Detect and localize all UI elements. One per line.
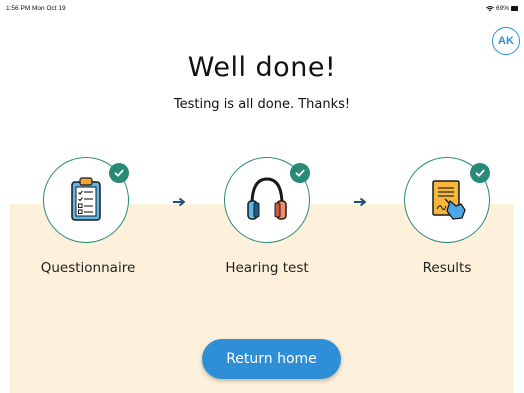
- completed-check-icon: [290, 163, 310, 183]
- battery-percent: 69%: [495, 5, 509, 12]
- step-label-hearing-test: Hearing test: [225, 260, 309, 276]
- step-label-questionnaire: Questionnaire: [40, 260, 136, 276]
- step-label-results: Results: [422, 260, 472, 276]
- arrow-right-icon: [354, 197, 366, 207]
- status-right: 69%: [485, 5, 518, 12]
- return-home-button[interactable]: Return home: [202, 339, 341, 379]
- user-avatar-button[interactable]: AK: [492, 27, 520, 55]
- completed-check-icon: [470, 163, 490, 183]
- status-bar: 1:56 PM Mon Oct 19 69%: [0, 0, 524, 16]
- wifi-icon: [485, 5, 494, 12]
- page-subtitle: Testing is all done. Thanks!: [173, 97, 351, 112]
- completed-check-icon: [109, 163, 129, 183]
- arrow-right-icon: [173, 197, 185, 207]
- page-title: Well done!: [187, 52, 337, 83]
- battery-icon: [511, 6, 518, 11]
- status-time-date: 1:56 PM Mon Oct 19: [6, 5, 66, 12]
